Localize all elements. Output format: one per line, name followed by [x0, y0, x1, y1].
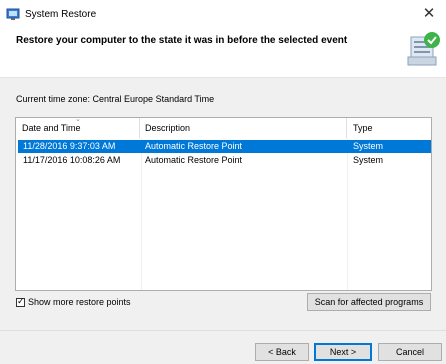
- checkmark-icon: ✓: [17, 295, 25, 306]
- close-button[interactable]: ✕: [418, 5, 440, 23]
- scan-affected-programs-button[interactable]: Scan for affected programs: [307, 293, 431, 311]
- cancel-button[interactable]: Cancel: [378, 343, 442, 361]
- table-row[interactable]: 11/17/2016 10:08:26 AM Automatic Restore…: [18, 154, 431, 167]
- column-header-type[interactable]: Type: [347, 118, 432, 138]
- column-header-date[interactable]: ⌄ Date and Time: [16, 116, 140, 138]
- title-bar: System Restore ✕: [0, 0, 446, 29]
- row-type: System: [353, 155, 384, 165]
- back-button[interactable]: < Back: [255, 343, 309, 361]
- system-restore-icon: [6, 8, 20, 20]
- next-button[interactable]: Next >: [314, 343, 372, 361]
- column-header-date-label: Date and Time: [22, 123, 81, 133]
- row-date: 11/28/2016 9:37:03 AM: [23, 141, 116, 151]
- row-description: Automatic Restore Point: [145, 155, 243, 165]
- show-more-restore-points-checkbox[interactable]: ✓ Show more restore points: [16, 295, 131, 309]
- restore-points-table[interactable]: ⌄ Date and Time Description Type 11/28/2…: [15, 116, 432, 291]
- system-restore-large-icon: [407, 32, 440, 66]
- column-header-description[interactable]: Description: [140, 118, 347, 138]
- row-date: 11/17/2016 10:08:26 AM: [23, 155, 121, 165]
- window-title: System Restore: [25, 9, 97, 20]
- footer: < Back Next > Cancel: [0, 330, 446, 364]
- row-description: Automatic Restore Point: [145, 141, 243, 151]
- checkbox-box[interactable]: ✓: [16, 295, 25, 307]
- timezone-label: Current time zone: Central Europe Standa…: [16, 94, 215, 104]
- table-row[interactable]: 11/28/2016 9:37:03 AM Automatic Restore …: [18, 140, 431, 153]
- show-more-label: Show more restore points: [28, 297, 131, 307]
- page-title: Restore your computer to the state it wa…: [16, 35, 348, 46]
- content-panel: Current time zone: Central Europe Standa…: [0, 78, 446, 330]
- sort-caret-icon: ⌄: [75, 116, 81, 123]
- header-panel: Restore your computer to the state it wa…: [0, 29, 446, 78]
- row-type: System: [353, 141, 384, 151]
